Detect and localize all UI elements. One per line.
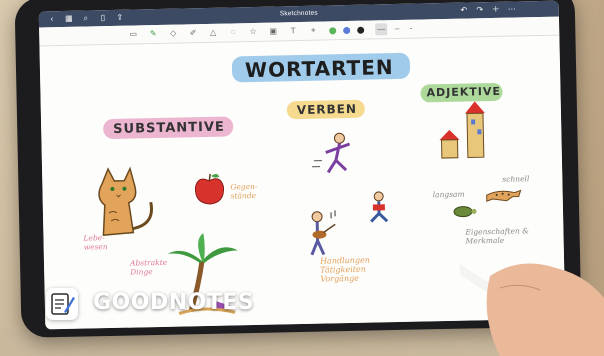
document-title[interactable]: Sketchnotes [280,10,318,18]
note-handlungen: Handlungen Tätigkeiten Vorgänge [319,255,370,284]
share-icon[interactable]: ⇪ [115,13,125,23]
lasso-icon[interactable]: ◌ [227,26,239,38]
stroke-medium-icon[interactable]: – [391,23,403,35]
sticker-icon[interactable]: ☆ [247,26,259,38]
note-eigenschaften: Eigenschaften & Merkmale [465,226,529,246]
back-icon[interactable]: ‹ [47,14,57,24]
adjektive-heading: ADJEKTIVE [426,84,502,100]
pointer-icon[interactable]: ⌖ [307,25,319,37]
note-schnell: schnell [502,174,530,184]
note-langsam: langsam [432,189,465,200]
turtle-illustration [453,206,477,218]
undo-icon[interactable]: ↶ [459,5,469,15]
houses-illustration [439,101,485,159]
note-abstrakte: Abstrakte Dinge [129,257,168,277]
guitarist-illustration [310,210,336,256]
more-icon[interactable]: ⋯ [507,4,517,14]
search-icon[interactable]: ⌕ [81,13,91,23]
grid-icon[interactable]: ▦ [64,14,74,24]
color-blue-swatch[interactable] [343,26,351,35]
note-lebewesen: Lebe-wesen [83,233,108,252]
note-gegenstande: Gegen-stände [230,181,258,201]
goodnotes-logo [46,288,78,320]
text-icon[interactable]: T [287,25,299,37]
stroke-thick-icon[interactable]: — [375,23,388,36]
add-page-icon[interactable]: ＋ [491,5,501,15]
page-title: WORTARTEN [244,55,394,83]
cheetah-illustration [486,189,522,202]
pen-icon[interactable]: ✎ [147,28,159,40]
highlighter-icon[interactable]: ✐ [187,27,199,39]
brand-wordmark: GOODNOTES [93,290,255,315]
stroke-thin-icon[interactable]: - [405,23,417,35]
shapes-icon[interactable]: △ [207,27,219,39]
color-green-swatch[interactable] [329,27,337,35]
apple-illustration [194,173,225,205]
verben-heading: VERBEN [296,101,358,118]
goodnotes-logo-icon [51,293,75,315]
hand-with-stylus [460,263,604,356]
redo-icon[interactable]: ↷ [475,5,485,15]
color-black-swatch[interactable] [357,26,365,34]
substantive-heading: SUBSTANTIVE [113,119,225,137]
image-icon[interactable]: ▣ [267,25,279,37]
reader-icon[interactable]: ▭ [127,28,139,40]
eraser-icon[interactable]: ◇ [167,28,179,40]
bookmark-icon[interactable]: ▯ [98,13,108,23]
runner-illustration [312,132,351,174]
cat-illustration [98,166,153,236]
reader-illustration [370,191,389,223]
